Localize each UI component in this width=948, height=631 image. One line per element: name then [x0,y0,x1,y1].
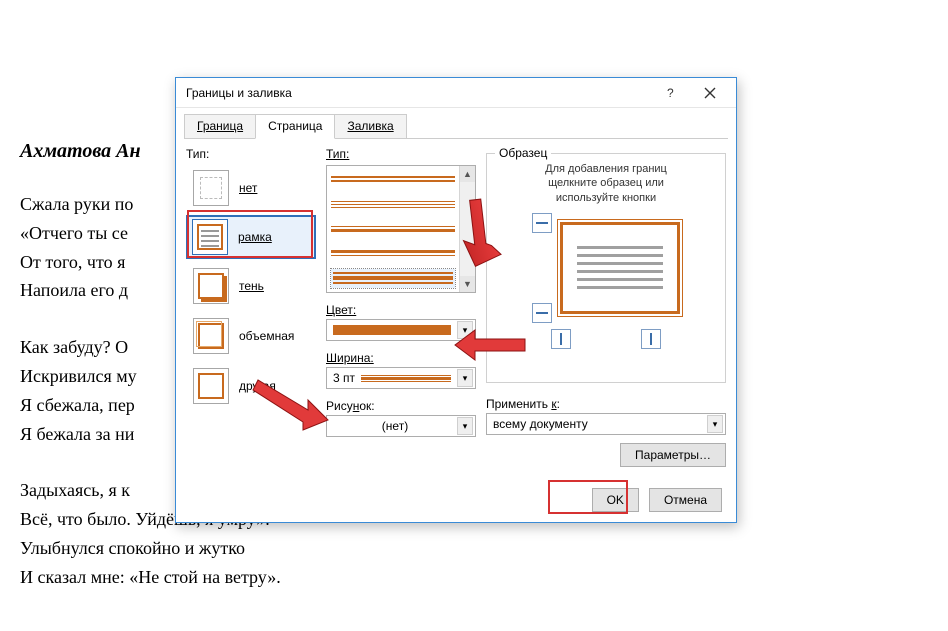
window-title: Границы и заливка [186,86,650,100]
close-button[interactable] [690,79,730,107]
cancel-button[interactable]: Отмена [649,488,722,512]
doc-line: И сказал мне: «Не стой на ветру». [20,563,420,592]
dialog-footer: OK Отмена [176,478,736,522]
chevron-down-icon[interactable]: ▾ [457,321,473,339]
setting-box[interactable]: рамка [186,215,316,259]
none-icon [193,170,229,206]
width-combo[interactable]: 3 пт ▾ [326,367,476,389]
width-value: 3 пт [333,371,355,385]
custom-icon [193,368,229,404]
setting-label: Тип: [186,147,316,161]
apply-to-label: Применить к: [486,397,560,411]
scroll-down-icon[interactable]: ▼ [460,276,475,292]
chevron-down-icon[interactable]: ▾ [457,417,473,435]
preview-legend: Образец [495,146,551,160]
setting-custom-label: другая [239,379,276,393]
toggle-top-border[interactable] [532,213,552,233]
color-label: Цвет: [326,303,476,317]
toggle-left-border[interactable] [551,329,571,349]
ok-button[interactable]: OK [592,488,639,512]
setting-none[interactable]: нет [186,165,316,211]
preview-column: Образец Для добавления границ щелкните о… [486,147,726,478]
svg-text:?: ? [667,86,674,100]
box-icon [192,219,228,255]
preview-hint: Для добавления границ щелкните образец и… [495,162,717,205]
options-button[interactable]: Параметры… [620,443,726,467]
border-preview[interactable] [560,222,680,314]
window-titlebar[interactable]: Границы и заливка ? [176,78,736,108]
tab-shading[interactable]: Заливка [334,114,406,138]
scroll-up-icon[interactable]: ▲ [460,166,475,182]
chevron-down-icon[interactable]: ▾ [457,369,473,387]
color-combo[interactable]: ▾ [326,319,476,341]
toggle-right-border[interactable] [641,329,661,349]
doc-line: Улыбнулся спокойно и жутко [20,534,420,563]
line-style-selected[interactable] [331,269,455,288]
setting-shadow[interactable]: тень [186,263,316,309]
style-scrollbar[interactable]: ▲ ▼ [459,166,475,292]
setting-box-label: рамка [238,230,272,244]
tab-border-label: Граница [197,119,243,133]
shadow-icon [193,268,229,304]
apply-to-combo[interactable]: всему документу ▾ [486,413,726,435]
document-title: Ахматова Ан [20,140,141,163]
threeD-icon [193,318,229,354]
art-label: Рисунок: [326,399,476,413]
art-value: (нет) [333,419,457,433]
setting-column: Тип: нет рамка тень об [186,147,316,478]
setting-3d[interactable]: объемная [186,313,316,359]
setting-shadow-label: тень [239,279,264,293]
setting-custom[interactable]: другая [186,363,316,409]
width-label: Ширина: [326,351,476,365]
tab-border[interactable]: Граница [184,114,256,138]
style-column: Тип: ▲ ▼ Цвет: ▾ Ши [326,147,476,478]
tab-page-label: Страница [268,119,322,133]
borders-shading-dialog: Границы и заливка ? Граница Страница Зал… [175,77,737,523]
color-swatch [333,325,451,335]
apply-to-value: всему документу [493,417,588,431]
chevron-down-icon[interactable]: ▾ [707,415,723,433]
line-style-list[interactable]: ▲ ▼ [326,165,476,293]
tab-strip: Граница Страница Заливка [176,108,736,138]
setting-none-label: нет [239,181,257,195]
style-label: Тип: [326,147,476,161]
tab-page[interactable]: Страница [255,114,335,139]
toggle-bottom-border[interactable] [532,303,552,323]
tab-shading-label: Заливка [347,119,393,133]
art-combo[interactable]: (нет) ▾ [326,415,476,437]
help-button[interactable]: ? [650,79,690,107]
setting-3d-label: объемная [239,329,294,343]
